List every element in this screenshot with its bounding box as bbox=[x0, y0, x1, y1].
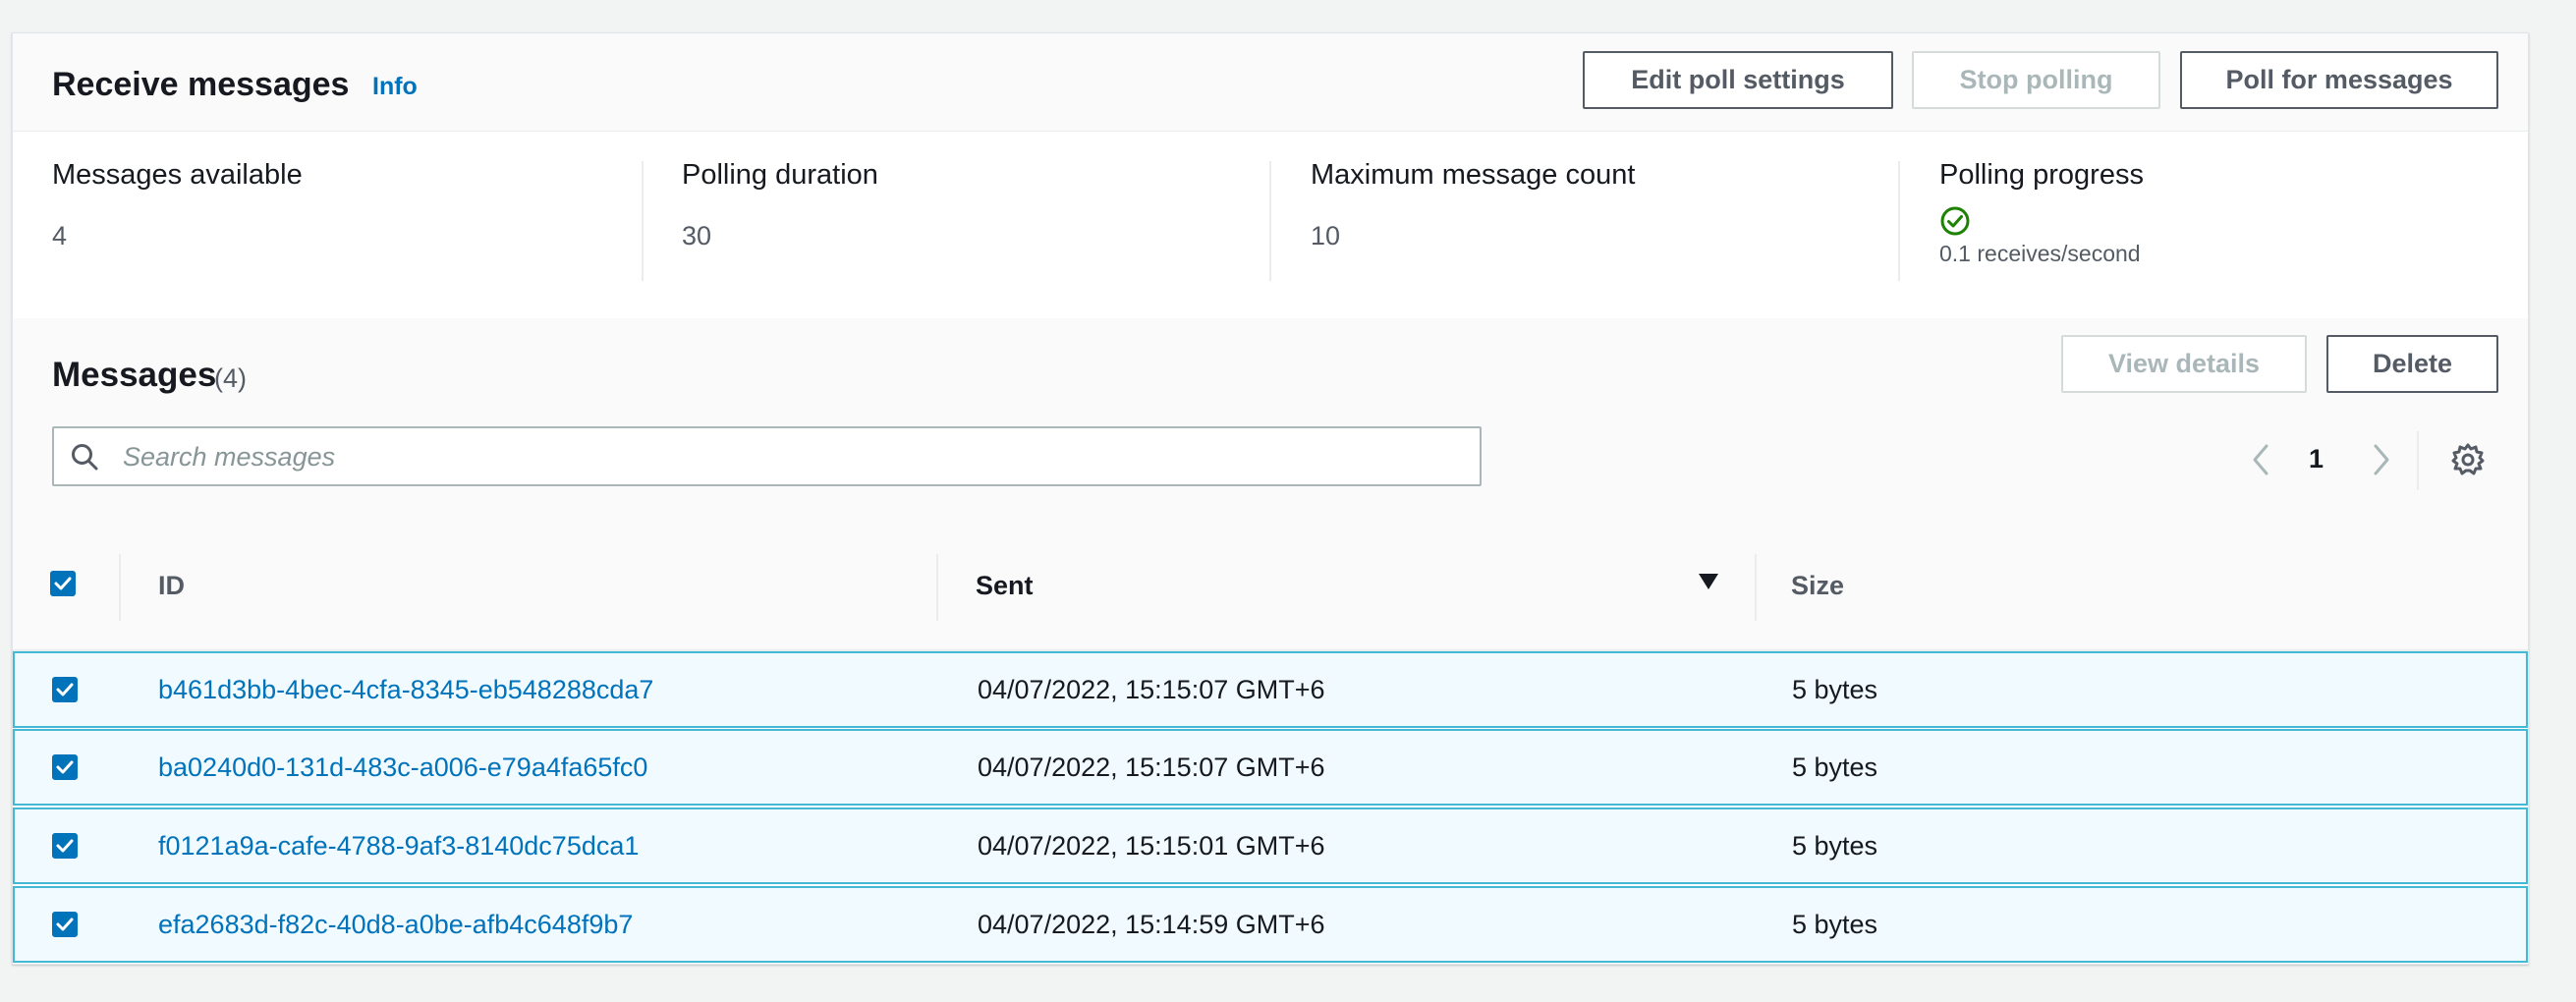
checkmark-icon bbox=[56, 683, 74, 696]
message-size: 5 bytes bbox=[1792, 675, 1878, 704]
panel-header: Receive messages Info Edit poll settings… bbox=[13, 33, 2528, 132]
pager-divider bbox=[2417, 431, 2419, 490]
checkmark-icon bbox=[54, 577, 72, 590]
stat-label: Polling progress bbox=[1939, 159, 2144, 191]
message-id-link[interactable]: efa2683d-f82c-40d8-a0be-afb4c648f9b7 bbox=[158, 910, 633, 940]
stat-divider bbox=[642, 161, 644, 281]
checkmark-icon bbox=[56, 839, 74, 853]
messages-count: (4) bbox=[214, 363, 247, 393]
next-page-button[interactable] bbox=[2369, 442, 2394, 482]
message-size: 5 bytes bbox=[1792, 831, 1878, 861]
message-sent: 04/07/2022, 15:15:01 GMT+6 bbox=[978, 831, 1325, 861]
stat-value: 30 bbox=[682, 221, 712, 250]
stat-value: 10 bbox=[1311, 221, 1341, 250]
view-details-button[interactable]: View details bbox=[2061, 335, 2307, 393]
message-id-link[interactable]: f0121a9a-cafe-4788-9af3-8140dc75dca1 bbox=[158, 831, 639, 862]
polling-stats: Messages available 4 Polling duration 30… bbox=[13, 132, 2528, 318]
sort-descending-icon[interactable] bbox=[1698, 573, 1719, 595]
message-size: 5 bytes bbox=[1792, 910, 1878, 939]
stat-value: 4 bbox=[52, 221, 68, 250]
message-sent: 04/07/2022, 15:15:07 GMT+6 bbox=[978, 675, 1325, 704]
stat-label: Polling duration bbox=[682, 159, 878, 191]
search-field[interactable] bbox=[52, 426, 1482, 486]
stat-polling-duration: Polling duration 30 bbox=[682, 159, 878, 277]
row-checkbox[interactable] bbox=[52, 833, 78, 859]
preferences-button[interactable] bbox=[2448, 440, 2488, 484]
column-header-sent[interactable]: Sent bbox=[976, 571, 1034, 601]
column-header-id[interactable]: ID bbox=[158, 571, 185, 601]
panel-title: Receive messages bbox=[52, 66, 350, 103]
row-checkbox[interactable] bbox=[52, 912, 78, 937]
message-sent: 04/07/2022, 15:14:59 GMT+6 bbox=[978, 910, 1325, 939]
search-icon bbox=[70, 442, 99, 476]
polling-rate: 0.1 receives/second bbox=[1939, 241, 2141, 266]
info-link[interactable]: Info bbox=[372, 73, 418, 101]
delete-button[interactable]: Delete bbox=[2326, 335, 2498, 393]
chevron-left-icon bbox=[2253, 444, 2268, 475]
search-input[interactable] bbox=[121, 436, 1451, 477]
stop-polling-button[interactable]: Stop polling bbox=[1912, 51, 2160, 109]
receive-messages-panel: Receive messages Info Edit poll settings… bbox=[12, 32, 2529, 965]
messages-table-header: ID Sent Size bbox=[13, 517, 2528, 651]
column-divider bbox=[936, 554, 938, 621]
stat-divider bbox=[1898, 161, 1900, 281]
stat-label: Maximum message count bbox=[1311, 159, 1636, 191]
stat-max-message-count: Maximum message count 10 bbox=[1311, 159, 1635, 277]
message-sent: 04/07/2022, 15:15:07 GMT+6 bbox=[978, 752, 1325, 782]
table-row[interactable]: efa2683d-f82c-40d8-a0be-afb4c648f9b7 04/… bbox=[13, 886, 2528, 963]
column-divider bbox=[119, 554, 121, 621]
stat-divider bbox=[1269, 161, 1271, 281]
previous-page-button[interactable] bbox=[2248, 442, 2273, 482]
current-page-number[interactable]: 1 bbox=[2309, 444, 2324, 474]
checkmark-icon bbox=[56, 760, 74, 774]
stat-label: Messages available bbox=[52, 159, 303, 191]
edit-poll-settings-button[interactable]: Edit poll settings bbox=[1583, 51, 1893, 109]
table-row[interactable]: f0121a9a-cafe-4788-9af3-8140dc75dca1 04/… bbox=[13, 807, 2528, 884]
messages-title: Messages bbox=[52, 356, 217, 394]
row-checkbox[interactable] bbox=[52, 754, 78, 780]
message-size: 5 bytes bbox=[1792, 752, 1878, 782]
table-row[interactable]: b461d3bb-4bec-4cfa-8345-eb548288cda7 04/… bbox=[13, 651, 2528, 728]
table-row[interactable]: ba0240d0-131d-483c-a006-e79a4fa65fc0 04/… bbox=[13, 729, 2528, 806]
gear-icon bbox=[2451, 443, 2485, 475]
messages-header: Messages (4) View details Delete bbox=[13, 318, 2528, 518]
stat-polling-progress: Polling progress 0.1 receives/second bbox=[1939, 159, 2144, 277]
select-all-checkbox[interactable] bbox=[50, 571, 76, 596]
row-checkbox[interactable] bbox=[52, 677, 78, 702]
checkmark-icon bbox=[56, 918, 74, 931]
stat-messages-available: Messages available 4 bbox=[52, 159, 303, 277]
poll-for-messages-button[interactable]: Poll for messages bbox=[2180, 51, 2498, 109]
chevron-right-icon bbox=[2374, 444, 2389, 475]
check-circle-icon bbox=[1939, 205, 1971, 237]
column-header-size[interactable]: Size bbox=[1791, 571, 1844, 601]
message-id-link[interactable]: ba0240d0-131d-483c-a006-e79a4fa65fc0 bbox=[158, 752, 647, 783]
column-divider bbox=[1755, 554, 1757, 621]
message-id-link[interactable]: b461d3bb-4bec-4cfa-8345-eb548288cda7 bbox=[158, 675, 653, 705]
